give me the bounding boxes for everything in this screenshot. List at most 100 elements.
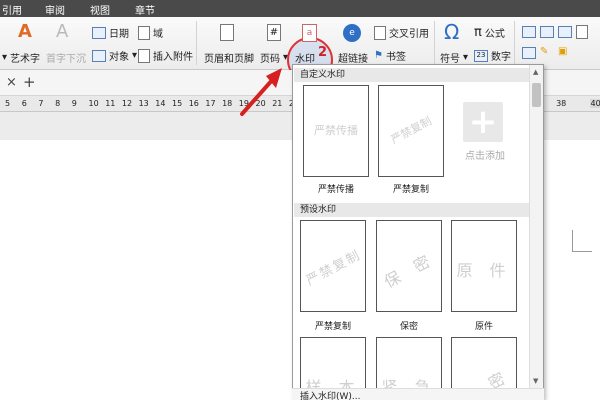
pi-icon: π [474, 25, 482, 40]
ribbon-divider [196, 21, 197, 65]
art-text-button[interactable]: ▾ 艺术字 [2, 50, 40, 65]
custom-watermark-header: 自定义水印 [294, 68, 530, 82]
calendar-icon [92, 26, 106, 39]
page-number-label: 页码 [260, 54, 280, 65]
pointer-arrow-icon [240, 68, 282, 116]
bookmark-button[interactable]: ⚑ 书签 [374, 48, 406, 63]
insert-watermark-menu-item[interactable]: 插入水印(W)... [292, 388, 544, 400]
scroll-up-icon[interactable]: ▲ [533, 68, 538, 76]
formula-label: 公式 [484, 29, 505, 40]
hyperlink-button[interactable]: 超链接 [338, 50, 368, 65]
symbol-label: 符号 [440, 54, 460, 65]
number-button[interactable]: 23 数字 [474, 48, 511, 63]
ruler-tick-label: 11 [105, 99, 116, 108]
first-drop-label: 首字下沉 [46, 54, 86, 65]
menu-item-reference[interactable]: 引用 [2, 2, 22, 17]
watermark-preview-text: 保 密 [380, 249, 439, 292]
watermark-dropdown: 自定义水印 严禁传播 严禁传播 严禁复制 严禁复制 点击添加 预设水印 严禁复制… [292, 64, 544, 400]
first-drop-icon: A [56, 21, 69, 42]
art-text-label: 艺术字 [10, 54, 41, 65]
date-label: 日期 [109, 29, 129, 40]
ribbon-divider [434, 21, 435, 65]
flag-icon: ⚑ [374, 49, 383, 61]
ruler-tick-label: 10 [88, 99, 99, 108]
page-number-button[interactable]: 页码 ▾ [260, 50, 288, 65]
header-footer-icon [220, 24, 234, 41]
step-number: 2 [318, 45, 328, 60]
ruler-tick-label: 14 [155, 99, 166, 108]
menu-bar: 引用 审阅 视图 章节 [0, 0, 600, 17]
ruler-tick-label: 5 [5, 99, 11, 108]
ruler-tick-label: 12 [121, 99, 133, 108]
checkbox-icon[interactable] [540, 26, 554, 38]
watermark-icon: a [302, 24, 317, 42]
close-tab-icon[interactable]: × [6, 75, 17, 90]
ruler-tick-label: 18 [222, 99, 233, 108]
symbol-button[interactable]: 符号 ▾ [440, 50, 468, 65]
number-icon: 23 [474, 49, 488, 62]
menu-item-chapter[interactable]: 章节 [135, 2, 155, 17]
app-window: 引用 审阅 视图 章节 A ▾ 艺术字 A 首字下沉 日期 域 对象 ▾ 插入附… [0, 0, 600, 400]
ruler-tick-label: 16 [188, 99, 199, 108]
menu-item-review[interactable]: 审阅 [45, 2, 65, 17]
ribbon-divider [514, 21, 515, 65]
preset-watermark-label-1: 严禁复制 [314, 322, 351, 332]
scroll-down-icon[interactable]: ▼ [533, 377, 538, 385]
watermark-preview-text: 严禁复制 [303, 247, 364, 289]
form-icon[interactable] [558, 26, 572, 38]
ruler-tick-label: 8 [55, 99, 61, 108]
panel-scrollbar[interactable]: ▲ ▼ [529, 65, 543, 399]
ruler-tick-label: 15 [172, 99, 183, 108]
insert-attachment-button[interactable]: 插入附件 [138, 48, 193, 63]
art-text-icon: A [18, 21, 32, 42]
grid-icon[interactable] [522, 47, 536, 59]
chevron-down-icon: ▾ [463, 52, 469, 63]
textbox-icon[interactable] [522, 26, 536, 38]
ruler-tick-label: 7 [38, 99, 44, 108]
ruler-tick-label: 38 [556, 99, 567, 108]
header-footer-button[interactable]: 页眉和页脚 [204, 50, 254, 65]
preset-watermark-thumb-1[interactable]: 严禁复制 [300, 220, 366, 312]
pen-icon[interactable]: ✎ [540, 47, 548, 57]
date-button[interactable]: 日期 [92, 25, 129, 40]
field-button[interactable]: 域 [138, 25, 163, 40]
add-watermark-icon[interactable]: + [463, 102, 503, 142]
preset-watermark-thumb-3[interactable]: 原 件 [451, 220, 517, 312]
hyperlink-label: 超链接 [338, 54, 368, 65]
object-icon [92, 49, 106, 62]
watermark-preview-text: 严禁复制 [388, 114, 434, 147]
custom-watermark-thumb-2[interactable]: 严禁复制 [378, 85, 444, 177]
object-label: 对象 [109, 52, 129, 63]
preset-watermark-label-2: 保密 [399, 322, 418, 332]
arrow-icon: ▾ [2, 52, 8, 63]
ruler-tick-label: 9 [71, 99, 77, 108]
watermark-preview-text: 原 件 [456, 261, 512, 280]
field-icon [138, 25, 150, 40]
bookmark-label: 书签 [385, 52, 406, 63]
lock-icon[interactable]: ▣ [558, 47, 567, 57]
document-icon[interactable] [576, 25, 588, 39]
cross-reference-button[interactable]: 交叉引用 [374, 25, 429, 40]
add-watermark-label[interactable]: 点击添加 [450, 147, 520, 162]
formula-button[interactable]: π 公式 [474, 25, 505, 40]
scrollbar-thumb[interactable] [532, 83, 541, 107]
field-label: 域 [153, 29, 163, 40]
insert-attachment-label: 插入附件 [153, 52, 193, 63]
custom-watermark-thumb-1[interactable]: 严禁传播 [303, 85, 369, 177]
ruler-tick-label: 6 [21, 99, 27, 108]
object-button[interactable]: 对象 ▾ [92, 48, 137, 63]
cross-reference-label: 交叉引用 [389, 29, 429, 40]
ruler-tick-label: 13 [138, 99, 149, 108]
first-drop-button[interactable]: 首字下沉 [46, 50, 86, 65]
omega-icon: Ω [444, 20, 460, 44]
ruler-tick-label: 40 [589, 99, 600, 108]
new-tab-icon[interactable]: + [23, 73, 36, 91]
attachment-icon [138, 48, 150, 63]
preset-watermark-thumb-2[interactable]: 保 密 [376, 220, 442, 312]
watermark-label: 水印 [295, 54, 315, 65]
watermark-preview-text: 严禁传播 [314, 124, 358, 137]
watermark-button[interactable]: 水印 [295, 50, 315, 65]
page-number-icon: # [267, 24, 281, 41]
number-label: 数字 [491, 52, 511, 63]
menu-item-view[interactable]: 视图 [90, 2, 110, 17]
